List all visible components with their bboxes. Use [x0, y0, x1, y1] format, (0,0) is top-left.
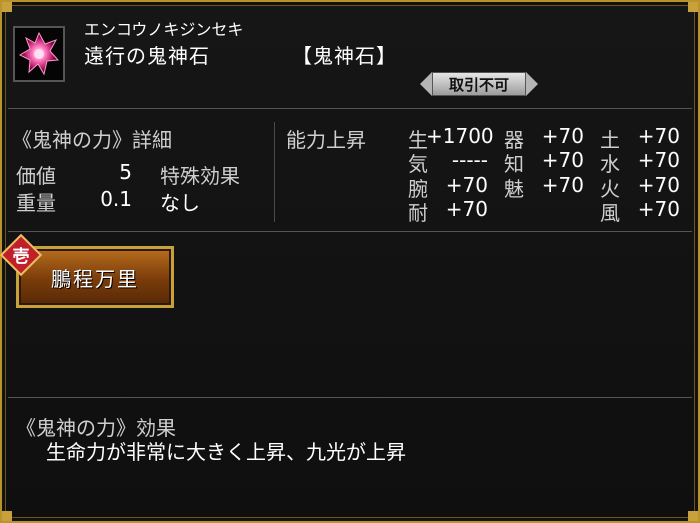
stat-label: 耐	[408, 201, 428, 225]
stat-value: +70	[637, 124, 680, 148]
details-header: 《鬼神の力》詳細	[12, 128, 172, 152]
effect-text: 生命力が非常に大きく上昇、九光が上昇	[46, 440, 406, 464]
stat-value: +70	[637, 173, 680, 197]
special-effect-label: 特殊効果	[160, 164, 240, 188]
frame-corner	[2, 511, 12, 521]
skill-rank-badge: 壱	[0, 233, 43, 277]
rank-badge-label: 壱	[12, 247, 30, 267]
frame-corner	[2, 2, 12, 12]
frame-corner	[688, 2, 698, 12]
frame-corner	[688, 511, 698, 521]
stat-value: +70	[541, 173, 584, 197]
stat-value: +70	[637, 197, 680, 221]
value-number: 5	[119, 160, 132, 184]
badge-arrow-left	[420, 72, 432, 96]
stat-value: +70	[541, 124, 584, 148]
divider	[8, 108, 692, 109]
section-divider	[274, 122, 275, 222]
item-category: 【鬼神石】	[292, 44, 397, 68]
crystal-icon	[18, 31, 60, 76]
stat-value: -----	[451, 148, 488, 172]
stat-label: 風	[600, 201, 620, 225]
item-reading: エンコウノキジンセキ	[84, 20, 244, 39]
trade-status-label: 取引不可	[448, 76, 509, 94]
stat-value: +1700	[426, 124, 494, 148]
special-effect-value: なし	[160, 191, 200, 215]
stat-value: +70	[445, 173, 488, 197]
weight-label: 重量	[16, 191, 56, 215]
weight-number: 0.1	[100, 187, 132, 211]
skill-button-face: 鵬程万里	[19, 249, 171, 305]
trade-status-badge: 取引不可	[420, 72, 538, 98]
stat-value: +70	[637, 148, 680, 172]
item-icon-frame	[13, 26, 65, 82]
stat-label: 魅	[504, 177, 524, 201]
stat-value: +70	[541, 148, 584, 172]
stat-value: +70	[445, 197, 488, 221]
badge-arrow-right	[526, 72, 538, 96]
divider	[8, 231, 692, 232]
skill-name: 鵬程万里	[51, 266, 139, 291]
item-name: 遠行の鬼神石	[84, 44, 210, 68]
value-label: 価値	[16, 164, 56, 188]
ability-header: 能力上昇	[286, 128, 366, 152]
divider	[8, 397, 692, 398]
